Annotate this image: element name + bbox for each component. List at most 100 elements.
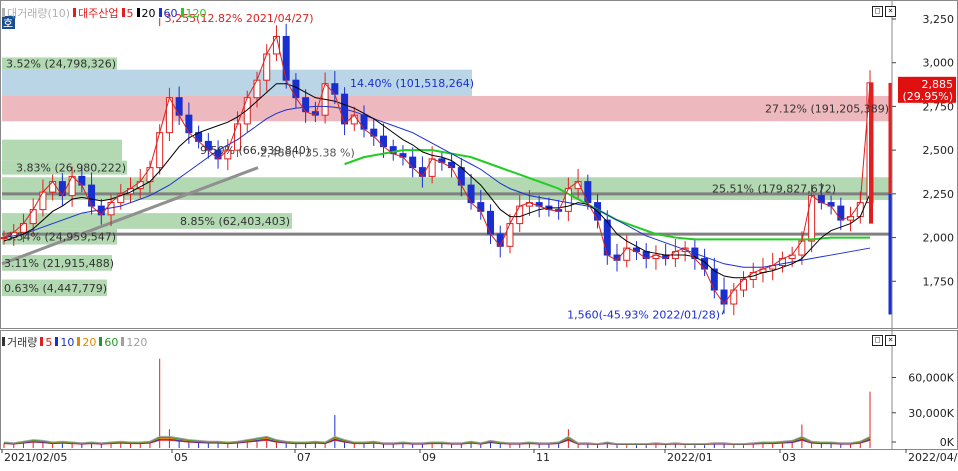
- volume-profile-label: 3.11% (21,915,488): [4, 257, 114, 270]
- candle: [243, 97, 251, 125]
- candle: [68, 175, 76, 197]
- volume-axis-label: 60,000K: [908, 372, 954, 385]
- price-axis-label: 3,000: [923, 57, 955, 70]
- legend-swatch: [121, 337, 125, 346]
- price-panel-close-button[interactable]: ×: [885, 6, 896, 17]
- candle: [720, 289, 728, 305]
- candle: [837, 205, 845, 221]
- volume-legend: 거래량 5 10 20 60 120: [2, 334, 150, 350]
- candle: [516, 205, 524, 225]
- legend-item[interactable]: 대거래량(10): [2, 7, 70, 20]
- legend-swatch: [40, 337, 44, 346]
- candle: [730, 289, 738, 305]
- candle: [856, 202, 864, 218]
- candle: [39, 191, 47, 211]
- legend-label: 5: [126, 7, 134, 20]
- legend-label: 20: [141, 7, 156, 20]
- legend-label: 대주산업: [78, 7, 119, 20]
- candle: [623, 247, 631, 261]
- legend-item[interactable]: 20: [77, 336, 96, 349]
- volume-panel-maximize-button[interactable]: □: [872, 335, 883, 346]
- legend-label: 60: [104, 336, 119, 349]
- volume-profile-label: 25.51% (179,827,672): [712, 183, 836, 196]
- candle: [360, 114, 368, 130]
- legend-item[interactable]: 대주산업: [73, 7, 119, 20]
- price-axis-label: 1,750: [923, 275, 955, 288]
- volume-profile-band: [2, 95, 890, 122]
- legend-swatch: [99, 337, 103, 346]
- x-axis-label: 2022/04/25: [908, 451, 958, 464]
- x-axis-label: 05: [174, 451, 188, 464]
- candle: [808, 195, 816, 242]
- candle: [58, 181, 66, 197]
- legend-swatch: [180, 8, 184, 17]
- legend-item[interactable]: 20: [136, 7, 156, 20]
- legend-label: 120: [126, 336, 148, 349]
- price-legend: 대거래량(10) 대주산업 5 20 60 120: [2, 5, 210, 21]
- candle: [428, 158, 436, 177]
- price-axis-label: 2,500: [923, 144, 955, 157]
- candle: [487, 210, 495, 235]
- legend-swatch: [73, 8, 77, 17]
- x-axis-label: 2022/01: [667, 451, 713, 464]
- candle: [165, 97, 173, 134]
- legend-label: 120: [185, 7, 207, 20]
- candle: [584, 181, 592, 204]
- legend-swatch: [121, 8, 125, 17]
- price-axis-label: 2,000: [923, 232, 955, 245]
- legend-label: 60: [163, 7, 178, 20]
- candle: [506, 223, 514, 247]
- volume-panel-close-button[interactable]: ×: [885, 335, 896, 346]
- stock-chart[interactable]: 3,250 3,000 2,750 2,500 2,250 2,000 1,750 3.52%…: [0, 0, 958, 467]
- candle: [302, 97, 310, 113]
- legend-label: 10: [60, 336, 75, 349]
- x-axis-label: 03: [782, 451, 796, 464]
- legend-item[interactable]: 60: [158, 7, 178, 20]
- legend-label: 대거래량(10): [7, 7, 71, 20]
- legend-item[interactable]: 10: [55, 336, 74, 349]
- volume-profile-label: 3.52% (24,798,326): [6, 58, 116, 71]
- candle: [798, 240, 806, 256]
- volume-profile-label: 0.63% (4,447,779): [4, 282, 107, 295]
- candle: [603, 219, 611, 256]
- legend-item[interactable]: 120: [121, 336, 147, 349]
- legend-swatch: [158, 8, 162, 17]
- candle: [467, 184, 475, 204]
- volume-profile-label: 3.54% (24,959,547): [6, 231, 116, 244]
- legend-item[interactable]: 60: [99, 336, 118, 349]
- price-axis-label: 2,250: [923, 188, 955, 201]
- candle: [282, 35, 290, 81]
- candle: [29, 209, 37, 225]
- trend-annotation: 2,486(+35.38 %): [260, 147, 355, 160]
- candle: [88, 184, 96, 207]
- legend-item[interactable]: 거래량: [2, 336, 37, 349]
- x-axis-label: 2021/02/05: [4, 451, 67, 464]
- candle: [156, 132, 164, 169]
- legend-swatch: [2, 8, 5, 17]
- volume-axis-label: 30,000K: [908, 407, 954, 420]
- price-panel-maximize-button[interactable]: □: [872, 6, 883, 17]
- x-axis-label: 11: [536, 451, 550, 464]
- legend-item[interactable]: 120: [180, 7, 207, 20]
- legend-swatch: [77, 337, 81, 346]
- volume-profile-band: [2, 139, 122, 161]
- x-axis-label: 07: [297, 451, 311, 464]
- chart-canvas[interactable]: 3,2503,0002,7502,5002,2502,0001,7503.52%…: [0, 0, 958, 467]
- candle: [253, 79, 261, 99]
- price-panel-frame: [0, 0, 958, 329]
- volume-profile-label: 14.40% (101,518,264): [350, 77, 474, 90]
- legend-item[interactable]: 5: [40, 336, 52, 349]
- current-change-label: (29.95%): [902, 90, 953, 103]
- candle: [292, 79, 300, 99]
- volume-profile-label: 27.12% (191,205,389): [765, 103, 889, 116]
- legend-swatch: [55, 337, 59, 346]
- legend-item[interactable]: 5: [121, 7, 134, 20]
- legend-label: 거래량: [7, 336, 38, 349]
- legend-swatch: [136, 8, 140, 17]
- legend-label: 20: [82, 336, 97, 349]
- candle: [185, 114, 193, 134]
- candle: [457, 167, 465, 186]
- legend-swatch: [2, 337, 5, 346]
- legend-label: 5: [45, 336, 53, 349]
- x-axis-label: 09: [422, 451, 436, 464]
